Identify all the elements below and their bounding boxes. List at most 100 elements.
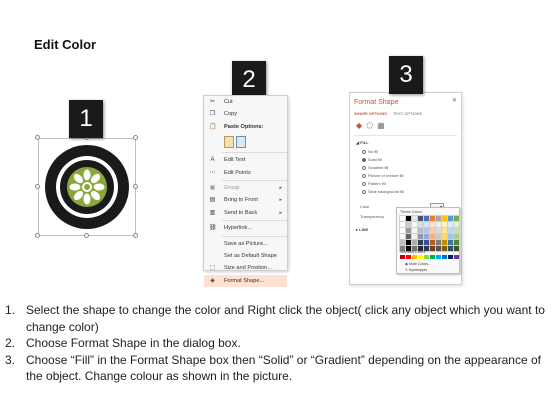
standard-color-swatch[interactable] xyxy=(442,255,447,259)
color-swatch[interactable] xyxy=(441,227,448,234)
fill-option-gradient[interactable]: Gradient fill xyxy=(362,165,388,170)
color-swatch[interactable] xyxy=(453,239,460,246)
color-swatch[interactable] xyxy=(399,227,406,234)
color-swatch[interactable] xyxy=(405,221,412,228)
paste-keep-formatting-icon[interactable] xyxy=(224,136,234,149)
standard-color-swatch[interactable] xyxy=(418,255,423,259)
fill-section-header[interactable]: ◢ FILL xyxy=(356,140,369,145)
color-swatch[interactable] xyxy=(441,239,448,246)
paint-bucket-icon[interactable]: ◆ xyxy=(356,121,366,130)
tab-shape-options[interactable]: SHAPE OPTIONS xyxy=(354,111,387,116)
fill-option-slide-background[interactable]: Slide background fill xyxy=(362,189,404,194)
color-swatch[interactable] xyxy=(447,221,454,228)
fill-option-picture[interactable]: Picture or texture fill xyxy=(362,173,403,178)
color-swatch[interactable] xyxy=(441,245,448,252)
color-swatch[interactable] xyxy=(417,221,424,228)
fill-option-pattern[interactable]: Pattern fill xyxy=(362,181,386,186)
step-text: Choose “Fill” in the Format Shape box th… xyxy=(26,352,541,384)
color-swatch[interactable] xyxy=(405,239,412,246)
color-swatch[interactable] xyxy=(435,227,442,234)
color-swatch[interactable] xyxy=(453,245,460,252)
standard-color-swatch[interactable] xyxy=(430,255,435,259)
color-swatch[interactable] xyxy=(429,233,436,240)
color-swatch[interactable] xyxy=(411,215,418,222)
color-swatch[interactable] xyxy=(423,215,430,222)
tab-text-options[interactable]: TEXT OPTIONS xyxy=(393,111,422,116)
color-swatch[interactable] xyxy=(441,221,448,228)
fill-option-solid[interactable]: Solid fill xyxy=(362,157,382,162)
fill-option-no-fill[interactable]: No fill xyxy=(362,149,378,154)
standard-color-swatch[interactable] xyxy=(424,255,429,259)
color-swatch[interactable] xyxy=(423,239,430,246)
color-swatch[interactable] xyxy=(399,215,406,222)
color-swatch[interactable] xyxy=(411,239,418,246)
color-swatch[interactable] xyxy=(435,245,442,252)
eyedropper-option[interactable]: ✎ Eyedropper xyxy=(405,268,427,272)
color-swatch[interactable] xyxy=(441,215,448,222)
edit-points-icon: ⋯ xyxy=(209,169,216,176)
color-swatch[interactable] xyxy=(411,221,418,228)
color-swatch[interactable] xyxy=(447,239,454,246)
color-swatch[interactable] xyxy=(435,233,442,240)
color-swatch[interactable] xyxy=(405,215,412,222)
menu-item-set-default-shape[interactable]: Set as Default Shape xyxy=(204,250,287,262)
color-swatch[interactable] xyxy=(453,233,460,240)
effects-icon[interactable]: ⬠ xyxy=(366,121,377,130)
menu-item-group[interactable]: ▣ Group ▸ xyxy=(204,182,287,194)
close-icon[interactable]: ✕ xyxy=(452,97,457,104)
color-swatch[interactable] xyxy=(423,227,430,234)
color-swatch[interactable] xyxy=(447,233,454,240)
color-swatch[interactable] xyxy=(429,227,436,234)
line-section-header[interactable]: ▸ LINE xyxy=(356,227,368,232)
color-swatch[interactable] xyxy=(399,239,406,246)
more-colors-option[interactable]: ◉ More Colors... xyxy=(405,262,431,266)
standard-color-swatch[interactable] xyxy=(436,255,441,259)
color-swatch[interactable] xyxy=(429,215,436,222)
menu-item-hyperlink[interactable]: ⛓ Hyperlink... xyxy=(204,222,287,234)
standard-color-swatch[interactable] xyxy=(406,255,411,259)
paste-picture-icon[interactable] xyxy=(236,136,246,149)
menu-item-copy[interactable]: ❐ Copy xyxy=(204,108,287,120)
color-swatch[interactable] xyxy=(447,245,454,252)
standard-color-swatch[interactable] xyxy=(400,255,405,259)
menu-item-send-to-back[interactable]: ▥ Send to Back ▸ xyxy=(204,207,287,219)
menu-item-edit-text[interactable]: A Edit Text xyxy=(204,154,287,166)
color-swatch[interactable] xyxy=(423,233,430,240)
menu-item-bring-to-front[interactable]: ▤ Bring to Front ▸ xyxy=(204,194,287,206)
standard-color-swatch[interactable] xyxy=(454,255,459,259)
standard-color-swatch[interactable] xyxy=(448,255,453,259)
menu-item-save-as-picture[interactable]: Save as Picture... xyxy=(204,238,287,250)
tire-shape[interactable] xyxy=(35,135,138,238)
color-swatch[interactable] xyxy=(417,227,424,234)
color-swatch[interactable] xyxy=(429,239,436,246)
color-swatch[interactable] xyxy=(423,221,430,228)
menu-item-size-and-position[interactable]: ⬚ Size and Position... xyxy=(204,262,287,274)
color-swatch[interactable] xyxy=(441,233,448,240)
color-swatch[interactable] xyxy=(411,233,418,240)
color-swatch[interactable] xyxy=(429,245,436,252)
color-swatch[interactable] xyxy=(411,227,418,234)
color-swatch[interactable] xyxy=(429,221,436,228)
color-swatch[interactable] xyxy=(435,239,442,246)
color-swatch[interactable] xyxy=(405,233,412,240)
color-swatch[interactable] xyxy=(417,233,424,240)
color-swatch[interactable] xyxy=(435,215,442,222)
color-swatch[interactable] xyxy=(453,227,460,234)
color-swatch[interactable] xyxy=(447,215,454,222)
menu-item-format-shape[interactable]: ◈ Format Shape... xyxy=(204,274,287,288)
size-icon[interactable]: ▦ xyxy=(377,121,389,130)
standard-color-swatch[interactable] xyxy=(412,255,417,259)
color-swatch[interactable] xyxy=(417,239,424,246)
menu-item-edit-points[interactable]: ⋯ Edit Points xyxy=(204,167,287,179)
color-swatch[interactable] xyxy=(399,233,406,240)
color-swatch[interactable] xyxy=(447,227,454,234)
color-swatch[interactable] xyxy=(435,221,442,228)
color-swatch[interactable] xyxy=(417,215,424,222)
color-palette: Theme Colors Standard Colors ◉ More Colo… xyxy=(396,207,460,274)
menu-item-cut[interactable]: ✂ Cut xyxy=(204,96,287,108)
color-swatch[interactable] xyxy=(399,221,406,228)
color-swatch[interactable] xyxy=(405,227,412,234)
menu-item-label: Bring to Front xyxy=(224,197,258,204)
color-swatch[interactable] xyxy=(453,215,460,222)
color-swatch[interactable] xyxy=(453,221,460,228)
